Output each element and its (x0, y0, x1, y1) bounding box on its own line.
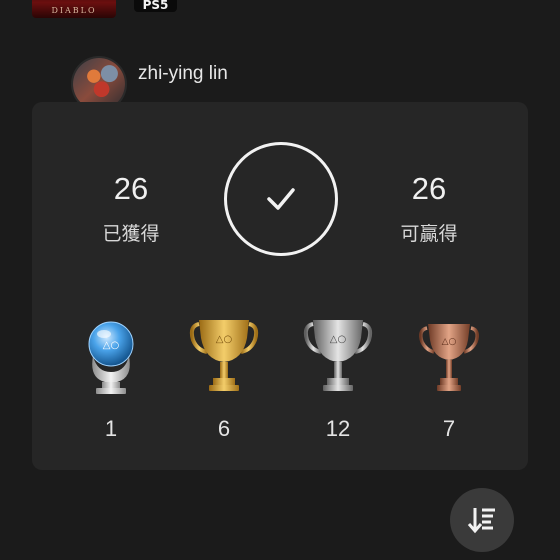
earned-label: 已獲得 (102, 223, 160, 245)
earned-stat: 26 已獲得 (71, 171, 191, 246)
game-thumbnail-text: DIABLO (51, 6, 97, 15)
trophy-gold[interactable]: △○ 6 (184, 316, 264, 442)
gold-trophy-icon: △○ (189, 320, 259, 391)
trophy-bronze[interactable]: △○ 7 (409, 316, 489, 442)
svg-text:△○: △○ (330, 334, 346, 345)
sort-icon (467, 508, 495, 534)
platform-badge: PS5 (134, 0, 177, 12)
sort-button[interactable] (450, 488, 514, 552)
checkmark-icon (267, 188, 295, 210)
total-label: 可贏得 (400, 223, 458, 245)
bronze-trophy-icon: △○ (419, 324, 479, 391)
trophy-platinum[interactable]: △○ 1 (71, 316, 151, 442)
silver-trophy-icon: △○ (303, 320, 373, 391)
earned-count: 26 (113, 171, 149, 206)
svg-text:△○: △○ (103, 340, 119, 351)
svg-text:△○: △○ (442, 337, 457, 347)
username[interactable]: zhi-ying lin (138, 63, 228, 85)
game-thumbnail[interactable]: DIABLO (32, 0, 116, 18)
total-stat: 26 可贏得 (369, 171, 489, 246)
svg-text:△○: △○ (216, 334, 232, 345)
trophy-count-silver: 12 (325, 416, 351, 441)
trophy-count-platinum: 1 (104, 416, 118, 441)
platinum-trophy-icon: △○ (88, 321, 134, 394)
trophy-count-bronze: 7 (442, 416, 456, 441)
trophy-count-gold: 6 (217, 416, 231, 441)
total-count: 26 (411, 171, 447, 206)
trophy-summary-card: 26 已獲得 26 可贏得 △○ 1 △○ 6 △○ 12 △○ 7 (32, 102, 528, 470)
trophy-silver[interactable]: △○ 12 (298, 316, 378, 442)
completion-indicator (224, 142, 338, 256)
